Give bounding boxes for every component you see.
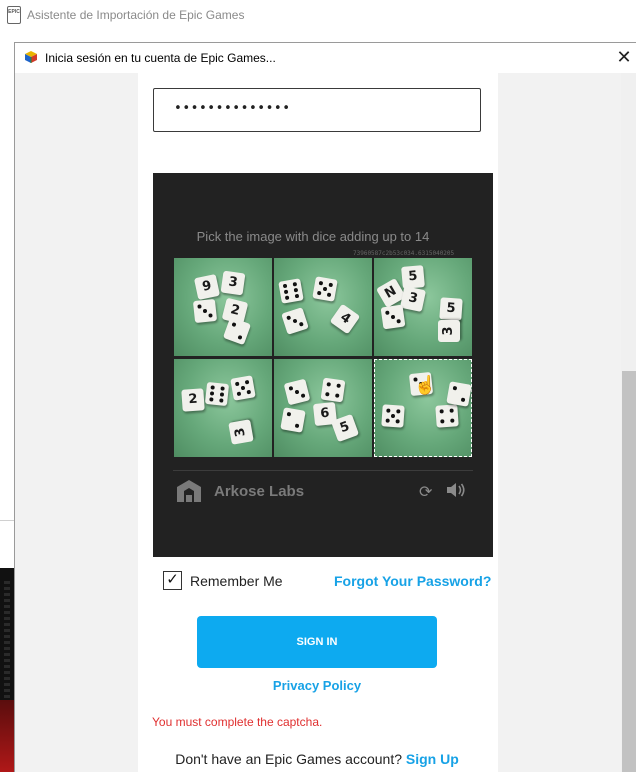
captcha-divider <box>173 470 473 471</box>
arkose-logo-icon <box>177 480 201 502</box>
captcha-tile-4[interactable]: 2 3 <box>174 359 272 457</box>
sign-in-button[interactable]: SIGN IN <box>197 616 437 668</box>
captcha-error-message: You must complete the captcha. <box>152 715 323 729</box>
captcha-tile-3[interactable]: 5 N 3 5 3 <box>374 258 472 356</box>
scrollbar-thumb[interactable] <box>622 371 636 772</box>
forgot-password-link[interactable]: Forgot Your Password? <box>334 573 491 589</box>
password-input[interactable]: •••••••••••••• <box>153 88 481 132</box>
dialog-content: •••••••••••••• Pick the image with dice … <box>15 73 621 772</box>
remember-me-label[interactable]: Remember Me <box>190 573 283 589</box>
captcha-tile-6[interactable]: ☝ <box>374 359 472 457</box>
app-cube-icon <box>25 51 37 63</box>
privacy-policy-link[interactable]: Privacy Policy <box>138 678 496 693</box>
hand-cursor-icon: ☝ <box>414 375 437 395</box>
background-window-title: Asistente de Importación de Epic Games <box>27 8 245 22</box>
captcha-tile-1[interactable]: 9 3 2 <box>174 258 272 356</box>
captcha-image-grid: 9 3 2 4 5 N 3 5 3 2 3 6 5 ☝ <box>174 258 473 457</box>
signup-prompt: Don't have an Epic Games account? <box>175 751 403 767</box>
captcha-prompt: Pick the image with dice adding up to 14 <box>196 229 430 244</box>
captcha-widget: Pick the image with dice adding up to 14… <box>153 173 493 557</box>
captcha-challenge-id: 73960587c2b53c034.6315040205 <box>353 250 455 257</box>
epic-logo-icon: EPIC <box>7 6 21 24</box>
background-red-panel <box>0 700 14 772</box>
sign-up-link[interactable]: Sign Up <box>406 751 459 767</box>
refresh-icon[interactable]: ⟳ <box>419 482 432 502</box>
login-card: •••••••••••••• Pick the image with dice … <box>138 73 498 772</box>
captcha-tile-5[interactable]: 6 5 <box>274 359 372 457</box>
arkose-labs-label: Arkose Labs <box>214 483 305 500</box>
remember-me-checkbox[interactable]: ✓ <box>163 571 182 590</box>
background-window-titlebar: EPIC Asistente de Importación de Epic Ga… <box>0 0 636 32</box>
background-divider <box>0 520 14 521</box>
signup-row: Don't have an Epic Games account? Sign U… <box>138 751 496 767</box>
vertical-scrollbar[interactable] <box>621 73 636 772</box>
dialog-titlebar[interactable]: Inicia sesión en tu cuenta de Epic Games… <box>15 43 636 73</box>
dialog-title: Inicia sesión en tu cuenta de Epic Games… <box>45 51 276 65</box>
audio-icon[interactable] <box>446 482 466 498</box>
captcha-tile-2[interactable]: 4 <box>274 258 372 356</box>
login-dialog: Inicia sesión en tu cuenta de Epic Games… <box>14 42 636 772</box>
close-button[interactable]: ✕ <box>613 47 635 69</box>
